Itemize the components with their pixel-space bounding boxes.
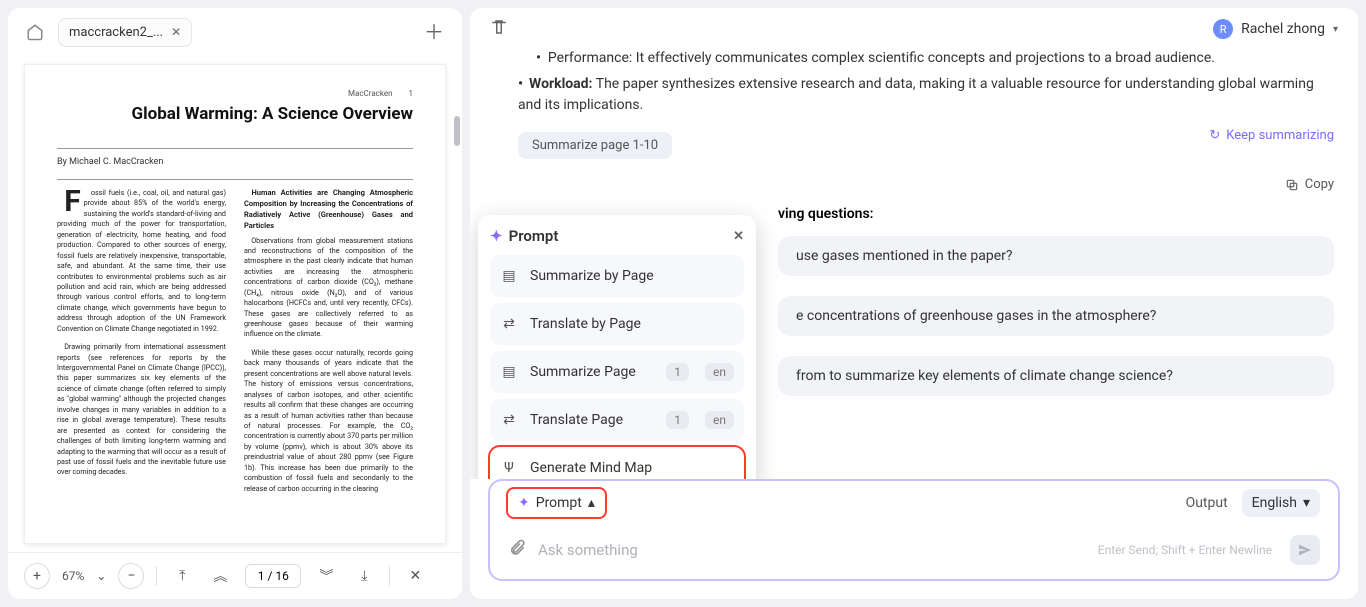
chat-input[interactable]	[538, 541, 1086, 559]
prompt-generate-mind-map[interactable]: Ψ Generate Mind Map	[490, 447, 744, 479]
close-reader-button[interactable]: ✕	[402, 563, 428, 589]
chat-panel: R Rachel zhong ▾ • Performance: It effec…	[470, 8, 1358, 599]
pdf-paragraph: Fossil fuels (i.e., coal, oil, and natur…	[57, 188, 226, 334]
copy-icon	[1285, 178, 1299, 192]
active-tab[interactable]: maccracken2_... ✕	[58, 18, 192, 47]
lang-tag: en	[705, 411, 734, 429]
pdf-running-head: MacCracken	[348, 89, 392, 98]
add-tab-button[interactable]: ＋	[418, 16, 450, 48]
prompt-summarize-by-page[interactable]: ▤ Summarize by Page	[490, 255, 744, 297]
trash-icon[interactable]	[490, 18, 508, 40]
prompt-item-label: Translate by Page	[530, 316, 641, 332]
popup-title: Prompt	[509, 227, 559, 245]
page-tag: 1	[666, 363, 689, 381]
prompt-translate-page[interactable]: ⇄ Translate Page 1 en	[490, 399, 744, 441]
page-input[interactable]	[245, 564, 301, 588]
input-hint: Enter Send; Shift + Enter Newline	[1098, 543, 1272, 557]
pdf-title: Global Warming: A Science Overview	[57, 104, 413, 124]
keep-summarizing-button[interactable]: ↻ Keep summarizing	[1209, 128, 1334, 143]
pdf-paragraph: While these gases occur naturally, recor…	[244, 348, 413, 494]
user-name: Rachel zhong	[1241, 21, 1325, 37]
zoom-out-button[interactable]: −	[118, 563, 144, 589]
last-page-button[interactable]: ⤓	[351, 563, 377, 589]
translate-icon: ⇄	[500, 315, 518, 333]
document-icon: ▤	[500, 267, 518, 285]
bullet-workload: Workload: The paper synthesizes extensiv…	[518, 74, 1334, 116]
pdf-section-heading: Human Activities are Changing Atmospheri…	[244, 188, 413, 232]
pdf-paragraph: Drawing primarily from international ass…	[57, 342, 226, 478]
chevron-down-icon: ▾	[1303, 495, 1310, 511]
close-icon[interactable]: ✕	[733, 229, 744, 244]
questions-heading: ving questions:	[778, 206, 1334, 222]
suggested-question[interactable]: use gases mentioned in the paper?	[778, 236, 1334, 276]
prompt-toggle-button[interactable]: ✦ Prompt ▴	[508, 489, 605, 517]
suggested-question[interactable]: e concentrations of greenhouse gases in …	[778, 296, 1334, 336]
pdf-page: MacCracken 1 Global Warming: A Science Ov…	[24, 64, 446, 544]
prompt-summarize-page[interactable]: ▤ Summarize Page 1 en	[490, 351, 744, 393]
pdf-author: By Michael C. MacCracken	[57, 157, 413, 167]
workload-label: Workload:	[529, 76, 592, 92]
divider	[57, 179, 413, 180]
user-menu[interactable]: R Rachel zhong ▾	[1213, 19, 1338, 39]
pdf-viewport[interactable]: MacCracken 1 Global Warming: A Science Ov…	[8, 56, 462, 552]
summary-chip[interactable]: Summarize page 1-10	[518, 132, 672, 159]
pdf-toolbar: + 67% ⌄ − ⤒ ︽ ︾ ⤓ ✕	[8, 552, 462, 599]
zoom-in-button[interactable]: +	[24, 563, 50, 589]
document-icon: ▤	[500, 363, 518, 381]
output-label: Output	[1186, 495, 1228, 511]
tab-bar: maccracken2_... ✕ ＋	[8, 8, 462, 56]
sparkle-icon: ✦	[490, 227, 503, 245]
chevron-down-icon: ▾	[1333, 24, 1338, 35]
input-header-row: ✦ Prompt ▴ Output English ▾	[490, 489, 1338, 521]
attachment-icon[interactable]	[508, 539, 526, 561]
prompt-item-label: Generate Mind Map	[530, 460, 652, 476]
prompt-item-label: Summarize Page	[530, 364, 636, 380]
mindmap-icon: Ψ	[500, 459, 518, 477]
keep-summarizing-label: Keep summarizing	[1226, 128, 1334, 143]
lang-tag: en	[705, 363, 734, 381]
refresh-icon: ↻	[1209, 128, 1220, 143]
close-icon[interactable]: ✕	[171, 25, 181, 39]
input-row: Enter Send; Shift + Enter Newline	[490, 521, 1338, 579]
scrollbar-thumb[interactable]	[454, 116, 460, 146]
lang-value: English	[1252, 495, 1297, 511]
page-tag: 1	[666, 411, 689, 429]
send-button[interactable]	[1290, 535, 1320, 565]
prompt-item-label: Summarize by Page	[530, 268, 654, 284]
translate-icon: ⇄	[500, 411, 518, 429]
prompt-popup: ✦ Prompt ✕ ▤ Summarize by Page ⇄ Transla…	[478, 215, 756, 479]
tab-label: maccracken2_...	[69, 25, 163, 40]
workload-text: The paper synthesizes extensive research…	[518, 76, 1314, 113]
copy-button[interactable]: Copy	[518, 177, 1334, 192]
zoom-dropdown-icon[interactable]: ⌄	[96, 569, 106, 583]
prompt-label: Prompt	[536, 495, 582, 511]
pdf-paragraph: Observations from global measurement sta…	[244, 236, 413, 340]
next-page-button[interactable]: ︾	[313, 563, 339, 589]
pdf-panel: maccracken2_... ✕ ＋ MacCracken 1 Global W…	[8, 8, 462, 599]
zoom-level: 67%	[62, 569, 84, 583]
pdf-body: Fossil fuels (i.e., coal, oil, and natur…	[57, 188, 413, 494]
sparkle-icon: ✦	[518, 495, 530, 511]
send-icon	[1297, 542, 1313, 558]
copy-label: Copy	[1305, 177, 1334, 192]
chat-header: R Rachel zhong ▾	[470, 8, 1358, 50]
pdf-page-num: 1	[409, 89, 414, 98]
divider	[57, 148, 413, 149]
divider	[156, 566, 157, 586]
chevron-up-icon: ▴	[588, 495, 595, 511]
home-icon[interactable]	[20, 17, 50, 47]
truncated-line: • Performance: It effectively communicat…	[518, 50, 1334, 66]
output-language-select[interactable]: English ▾	[1242, 489, 1320, 517]
prev-page-button[interactable]: ︽	[207, 563, 233, 589]
chat-scroll[interactable]: • Performance: It effectively communicat…	[470, 50, 1358, 479]
chat-input-container: ✦ Prompt ▴ Output English ▾ Enter Send; …	[488, 479, 1340, 581]
divider	[389, 566, 390, 586]
popup-header: ✦ Prompt ✕	[490, 227, 744, 245]
prompt-item-label: Translate Page	[530, 412, 623, 428]
prompt-translate-by-page[interactable]: ⇄ Translate by Page	[490, 303, 744, 345]
first-page-button[interactable]: ⤒	[169, 563, 195, 589]
avatar: R	[1213, 19, 1233, 39]
suggested-question[interactable]: from to summarize key elements of climat…	[778, 356, 1334, 396]
